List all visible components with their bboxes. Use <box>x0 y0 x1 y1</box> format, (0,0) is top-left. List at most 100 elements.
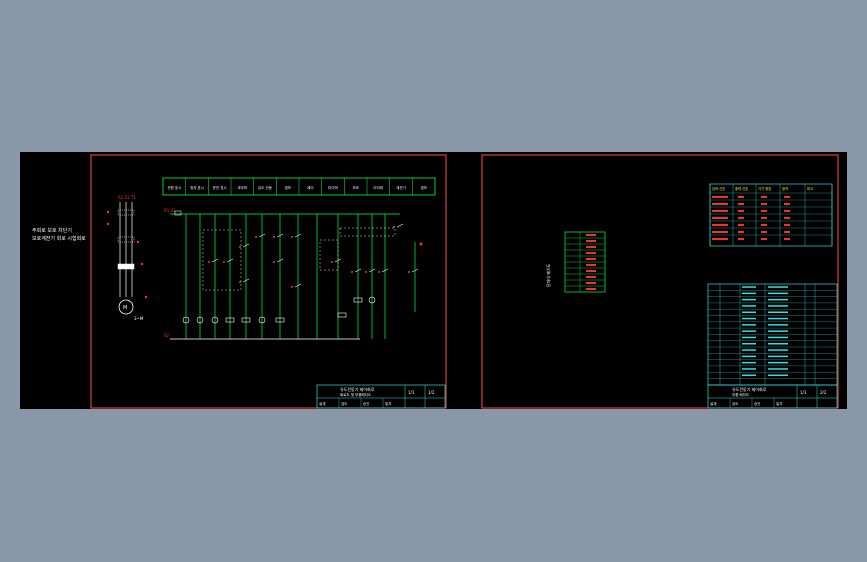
header-cell-label: 보조 <box>352 186 359 190</box>
dashed-group <box>319 239 339 271</box>
table-header: 기기 명칭 <box>758 186 771 191</box>
terminal-label <box>586 252 596 254</box>
table-cell <box>761 203 767 205</box>
parts-text <box>742 286 756 288</box>
header-cell-label: 경보 <box>284 185 291 190</box>
table-header: 정격 <box>782 186 788 191</box>
terminal-label <box>586 288 596 290</box>
header-strip: 전원 표시 정지 표시 운전 표시 과부하 유도 전동 경보 제어 타이머 보조 타이머 계전기 경보 <box>162 177 436 196</box>
contact-icon <box>396 223 404 228</box>
parts-text <box>742 374 756 376</box>
cad-viewport[interactable]: 주회로 보호 차단기 보호계전기 회로 시험회로 전원 표시 정지 표시 운전 표시… <box>20 152 847 409</box>
table-cell <box>738 224 744 226</box>
table-cell <box>784 224 790 226</box>
contact-tag <box>208 261 210 263</box>
parts-text <box>742 336 756 339</box>
contact-tag <box>291 286 293 288</box>
contact-tag <box>223 261 225 263</box>
terminal-label <box>586 258 596 260</box>
contact-tag <box>331 261 333 263</box>
table-cell <box>738 238 744 240</box>
table-header: 입력 신호 <box>712 186 725 191</box>
terminal-block: 단자대 배치도 <box>545 231 606 293</box>
contact-tag <box>239 246 241 248</box>
table-cell <box>712 224 728 226</box>
table-cell <box>784 203 790 205</box>
header-cell-label: 운전 표시 <box>213 185 227 190</box>
coil-icon <box>337 312 347 318</box>
terminal-bottom-label: S2 <box>164 333 170 338</box>
header-cell-label: 계전기 <box>396 185 406 190</box>
parts-text <box>742 305 756 307</box>
parts-text <box>742 368 756 370</box>
table-cell <box>761 224 767 226</box>
scale-text: 1/1 <box>800 390 807 395</box>
title-field: 검도 <box>732 401 739 406</box>
schematic-drawing: 주회로 보호 차단기 보호계전기 회로 시험회로 전원 표시 정지 표시 운전 표시… <box>32 154 839 409</box>
table-cell <box>761 210 767 212</box>
header-cell-label: 타이머 <box>328 185 338 190</box>
table-cell <box>761 196 767 198</box>
parts-text <box>768 286 788 288</box>
parts-text <box>742 311 756 313</box>
scale-text: 1/1 <box>408 390 415 395</box>
phase-labels: R1 S1 T1 <box>118 195 136 200</box>
table-cell <box>738 210 744 212</box>
parts-text <box>768 324 788 326</box>
side-note-line: 보호계전기 회로 시험회로 <box>32 235 86 242</box>
table-cell <box>712 231 728 233</box>
signal-table: 입력 신호 출력 신호 기기 명칭 정격 비고 <box>709 183 833 247</box>
title-field: 승인 <box>754 401 760 406</box>
table-cell <box>712 210 728 212</box>
table-header: 출력 신호 <box>735 186 748 191</box>
terminal-label <box>586 246 596 248</box>
contact-tag <box>393 226 395 228</box>
parts-text <box>768 311 788 313</box>
header-cell-label: 경보 <box>420 185 427 190</box>
contact-tag <box>408 271 410 273</box>
table-cell <box>712 238 728 240</box>
control-circuit: R1 S1 S2 <box>164 208 423 340</box>
dashed-group <box>339 227 396 237</box>
parts-text <box>742 343 756 345</box>
contact-tag <box>291 236 293 238</box>
side-note-line: 주회로 보호 차단기 <box>32 227 72 234</box>
contact-tag <box>239 281 241 283</box>
contact-tag <box>351 271 353 273</box>
contact-tag <box>255 236 257 238</box>
parts-text <box>768 317 788 320</box>
title-field: 검도 <box>341 401 348 406</box>
subtitle-text: 회로도 및 부품배치도 <box>340 392 372 397</box>
table-cell <box>761 238 767 240</box>
right-tag <box>419 242 423 246</box>
table-cell <box>712 203 728 205</box>
table-cell <box>784 231 790 233</box>
title-text: 유도전동기 제어회로 <box>340 386 375 392</box>
header-cell-label: 타이머 <box>373 185 383 190</box>
motor-tag: 3~M <box>134 316 144 321</box>
table-cell <box>712 196 728 198</box>
header-cell-label: 정지 표시 <box>190 185 204 190</box>
parts-text <box>768 361 788 364</box>
header-cell-label: 제어 <box>307 185 313 190</box>
contact-tag <box>273 261 275 263</box>
parts-text <box>742 298 756 301</box>
parts-text <box>742 349 756 351</box>
title-field: 승인 <box>363 401 369 406</box>
parts-text <box>768 374 788 376</box>
parts-text <box>742 317 756 320</box>
terminal-label <box>586 264 596 266</box>
terminal-label <box>586 240 596 242</box>
table-cell <box>738 231 744 233</box>
sheet2-title-block: 유도전동기 제어회로 부품 배치도 1/1 2/2 설계 검도 승인 일자 <box>707 384 838 409</box>
table-cell <box>738 217 744 219</box>
title-field: 설계 <box>319 401 325 406</box>
parts-text <box>768 368 788 370</box>
table-frame <box>709 183 833 247</box>
table-cell <box>761 217 767 219</box>
contact-tag <box>273 236 275 238</box>
title-text: 유도전동기 제어회로 <box>732 386 767 392</box>
terminal-label <box>586 282 596 284</box>
sheet-number: 2/2 <box>820 390 827 395</box>
dashed-group <box>202 229 242 291</box>
